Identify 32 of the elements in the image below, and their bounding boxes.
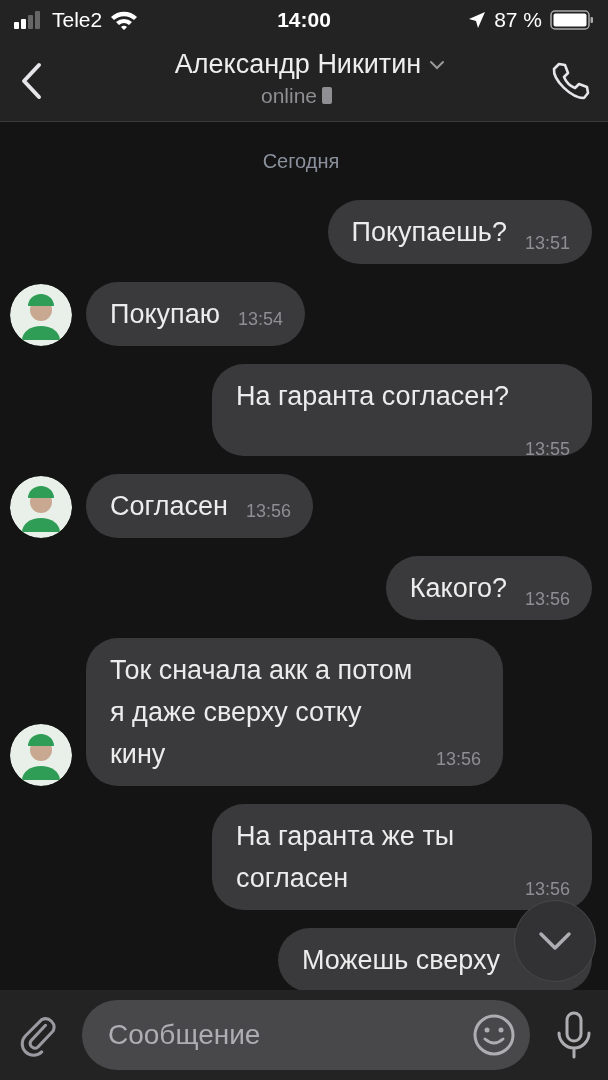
online-status: online: [260, 82, 318, 109]
message-time: 13:55: [524, 439, 570, 459]
phone-device-icon: [321, 85, 334, 106]
emoji-icon[interactable]: [472, 1013, 516, 1057]
message-time: 13:51: [524, 233, 570, 253]
message-text: На гаранта же ты согласен: [236, 821, 455, 893]
message-field[interactable]: Сообщение: [82, 1000, 530, 1070]
wifi-icon: [110, 10, 139, 30]
date-separator: Сегодня: [261, 149, 341, 174]
chevron-down-icon[interactable]: [537, 930, 573, 952]
message-time: 13:56: [436, 749, 482, 769]
avatar: [10, 284, 72, 346]
message-time: 13:56: [245, 501, 291, 521]
contact-name[interactable]: Александр Никитин: [174, 49, 422, 80]
message-time: 13:56: [524, 879, 570, 899]
status-time: 14:00: [277, 7, 331, 34]
message-text: Ток сначала акк а потом я даже сверху сотку кину: [110, 654, 414, 771]
message-time: 13:56: [524, 589, 570, 609]
message-text: Покупаю: [110, 298, 220, 331]
battery-percentage: 87 %: [494, 7, 542, 34]
message-text: На гаранта согласен?: [236, 381, 510, 411]
message-time: 13:54: [237, 309, 283, 329]
message-text: Можешь сверху: [301, 945, 500, 975]
battery-icon: [550, 10, 594, 30]
message-text: Покупаешь?: [351, 217, 507, 247]
carrier-name: Tele2: [52, 7, 103, 34]
message-text: Какого?: [409, 573, 507, 603]
message-text: Согласен: [110, 490, 228, 523]
chevron-down-icon[interactable]: [429, 59, 446, 70]
avatar: [10, 476, 72, 538]
location-arrow-icon: [468, 11, 487, 29]
avatar: [10, 724, 72, 786]
